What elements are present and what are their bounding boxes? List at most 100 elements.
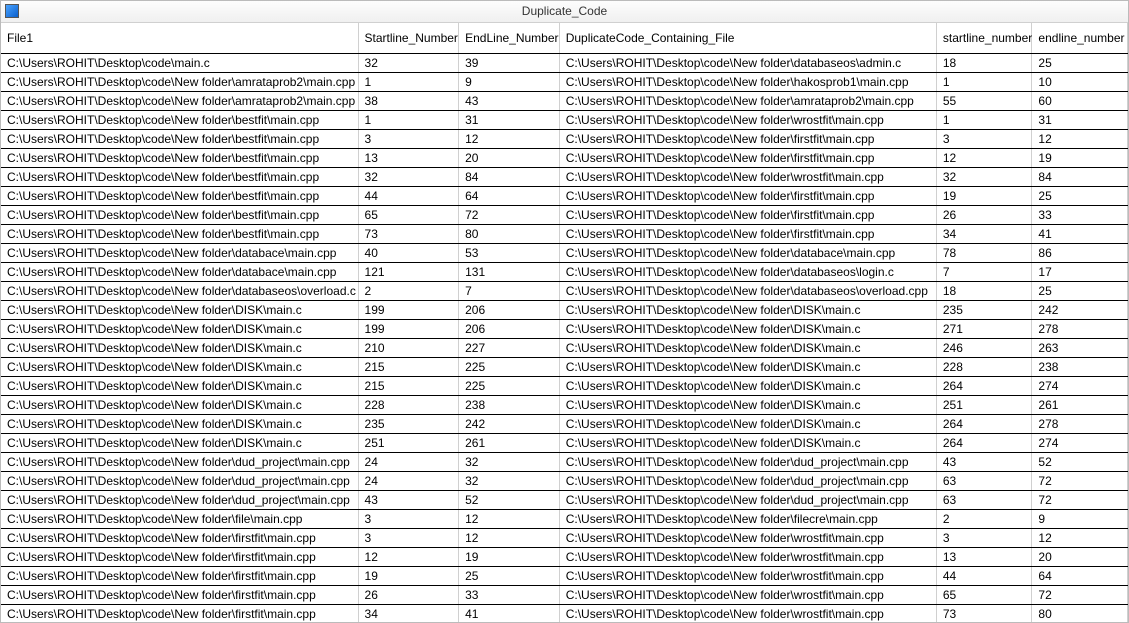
table-row[interactable]: C:\Users\ROHIT\Desktop\code\New folder\f… — [1, 585, 1128, 604]
cell-dupfile: C:\Users\ROHIT\Desktop\code\New folder\d… — [559, 262, 936, 281]
cell-file1: C:\Users\ROHIT\Desktop\code\main.c — [1, 53, 358, 72]
table-row[interactable]: C:\Users\ROHIT\Desktop\code\main.c3239C:… — [1, 53, 1128, 72]
cell-startline: 2 — [358, 281, 459, 300]
col-header-startline[interactable]: Startline_Number — [358, 23, 459, 54]
table-row[interactable]: C:\Users\ROHIT\Desktop\code\New folder\b… — [1, 129, 1128, 148]
table-row[interactable]: C:\Users\ROHIT\Desktop\code\New folder\D… — [1, 395, 1128, 414]
table-row[interactable]: C:\Users\ROHIT\Desktop\code\New folder\d… — [1, 262, 1128, 281]
col-header-endline2[interactable]: endline_number — [1032, 23, 1128, 54]
cell-startline: 24 — [358, 452, 459, 471]
cell-startline2: 18 — [936, 281, 1032, 300]
cell-dupfile: C:\Users\ROHIT\Desktop\code\New folder\d… — [559, 281, 936, 300]
cell-startline2: 271 — [936, 319, 1032, 338]
cell-endline2: 64 — [1032, 566, 1128, 585]
cell-endline: 20 — [459, 148, 560, 167]
table-row[interactable]: C:\Users\ROHIT\Desktop\code\New folder\a… — [1, 72, 1128, 91]
cell-startline2: 2 — [936, 509, 1032, 528]
cell-startline: 228 — [358, 395, 459, 414]
cell-endline: 225 — [459, 357, 560, 376]
table-row[interactable]: C:\Users\ROHIT\Desktop\code\New folder\f… — [1, 566, 1128, 585]
cell-endline2: 20 — [1032, 547, 1128, 566]
table-row[interactable]: C:\Users\ROHIT\Desktop\code\New folder\D… — [1, 319, 1128, 338]
table-row[interactable]: C:\Users\ROHIT\Desktop\code\New folder\b… — [1, 148, 1128, 167]
cell-startline: 121 — [358, 262, 459, 281]
table-row[interactable]: C:\Users\ROHIT\Desktop\code\New folder\D… — [1, 433, 1128, 452]
cell-dupfile: C:\Users\ROHIT\Desktop\code\New folder\d… — [559, 53, 936, 72]
cell-endline2: 41 — [1032, 224, 1128, 243]
cell-dupfile: C:\Users\ROHIT\Desktop\code\New folder\f… — [559, 186, 936, 205]
cell-startline2: 235 — [936, 300, 1032, 319]
cell-file1: C:\Users\ROHIT\Desktop\code\New folder\b… — [1, 205, 358, 224]
cell-dupfile: C:\Users\ROHIT\Desktop\code\New folder\D… — [559, 433, 936, 452]
table-row[interactable]: C:\Users\ROHIT\Desktop\code\New folder\d… — [1, 490, 1128, 509]
cell-endline: 72 — [459, 205, 560, 224]
cell-dupfile: C:\Users\ROHIT\Desktop\code\New folder\d… — [559, 452, 936, 471]
cell-endline: 41 — [459, 604, 560, 622]
table-row[interactable]: C:\Users\ROHIT\Desktop\code\New folder\b… — [1, 186, 1128, 205]
cell-endline2: 86 — [1032, 243, 1128, 262]
cell-endline: 80 — [459, 224, 560, 243]
cell-endline2: 12 — [1032, 129, 1128, 148]
cell-startline2: 1 — [936, 72, 1032, 91]
cell-startline2: 63 — [936, 471, 1032, 490]
cell-startline2: 32 — [936, 167, 1032, 186]
table-row[interactable]: C:\Users\ROHIT\Desktop\code\New folder\a… — [1, 91, 1128, 110]
cell-endline: 32 — [459, 471, 560, 490]
duplicate-code-table: File1 Startline_Number EndLine_Number Du… — [1, 23, 1128, 622]
cell-file1: C:\Users\ROHIT\Desktop\code\New folder\b… — [1, 148, 358, 167]
table-row[interactable]: C:\Users\ROHIT\Desktop\code\New folder\D… — [1, 414, 1128, 433]
table-row[interactable]: C:\Users\ROHIT\Desktop\code\New folder\d… — [1, 243, 1128, 262]
table-row[interactable]: C:\Users\ROHIT\Desktop\code\New folder\f… — [1, 604, 1128, 622]
table-row[interactable]: C:\Users\ROHIT\Desktop\code\New folder\f… — [1, 547, 1128, 566]
cell-startline2: 34 — [936, 224, 1032, 243]
cell-endline2: 52 — [1032, 452, 1128, 471]
table-row[interactable]: C:\Users\ROHIT\Desktop\code\New folder\f… — [1, 509, 1128, 528]
cell-dupfile: C:\Users\ROHIT\Desktop\code\New folder\d… — [559, 471, 936, 490]
table-row[interactable]: C:\Users\ROHIT\Desktop\code\New folder\b… — [1, 110, 1128, 129]
table-row[interactable]: C:\Users\ROHIT\Desktop\code\New folder\D… — [1, 357, 1128, 376]
cell-dupfile: C:\Users\ROHIT\Desktop\code\New folder\w… — [559, 110, 936, 129]
cell-dupfile: C:\Users\ROHIT\Desktop\code\New folder\D… — [559, 414, 936, 433]
table-scroll-area[interactable]: File1 Startline_Number EndLine_Number Du… — [1, 23, 1128, 622]
table-row[interactable]: C:\Users\ROHIT\Desktop\code\New folder\d… — [1, 471, 1128, 490]
cell-dupfile: C:\Users\ROHIT\Desktop\code\New folder\D… — [559, 376, 936, 395]
table-row[interactable]: C:\Users\ROHIT\Desktop\code\New folder\d… — [1, 452, 1128, 471]
titlebar[interactable]: Duplicate_Code — [1, 1, 1128, 23]
cell-endline: 64 — [459, 186, 560, 205]
cell-startline: 38 — [358, 91, 459, 110]
table-row[interactable]: C:\Users\ROHIT\Desktop\code\New folder\D… — [1, 376, 1128, 395]
cell-dupfile: C:\Users\ROHIT\Desktop\code\New folder\D… — [559, 357, 936, 376]
col-header-dupfile[interactable]: DuplicateCode_Containing_File — [559, 23, 936, 54]
cell-endline: 84 — [459, 167, 560, 186]
cell-file1: C:\Users\ROHIT\Desktop\code\New folder\D… — [1, 357, 358, 376]
col-header-file1[interactable]: File1 — [1, 23, 358, 54]
cell-file1: C:\Users\ROHIT\Desktop\code\New folder\f… — [1, 566, 358, 585]
cell-startline: 32 — [358, 167, 459, 186]
cell-endline2: 261 — [1032, 395, 1128, 414]
col-header-startline2[interactable]: startline_number — [936, 23, 1032, 54]
cell-dupfile: C:\Users\ROHIT\Desktop\code\New folder\h… — [559, 72, 936, 91]
cell-dupfile: C:\Users\ROHIT\Desktop\code\New folder\d… — [559, 243, 936, 262]
table-row[interactable]: C:\Users\ROHIT\Desktop\code\New folder\D… — [1, 300, 1128, 319]
cell-endline: 238 — [459, 395, 560, 414]
table-row[interactable]: C:\Users\ROHIT\Desktop\code\New folder\D… — [1, 338, 1128, 357]
cell-file1: C:\Users\ROHIT\Desktop\code\New folder\b… — [1, 110, 358, 129]
table-row[interactable]: C:\Users\ROHIT\Desktop\code\New folder\b… — [1, 224, 1128, 243]
table-row[interactable]: C:\Users\ROHIT\Desktop\code\New folder\b… — [1, 167, 1128, 186]
table-row[interactable]: C:\Users\ROHIT\Desktop\code\New folder\f… — [1, 528, 1128, 547]
cell-startline: 40 — [358, 243, 459, 262]
cell-endline: 25 — [459, 566, 560, 585]
cell-dupfile: C:\Users\ROHIT\Desktop\code\New folder\w… — [559, 585, 936, 604]
cell-startline: 43 — [358, 490, 459, 509]
cell-dupfile: C:\Users\ROHIT\Desktop\code\New folder\D… — [559, 300, 936, 319]
cell-endline: 32 — [459, 452, 560, 471]
cell-startline: 215 — [358, 376, 459, 395]
cell-endline2: 25 — [1032, 281, 1128, 300]
cell-file1: C:\Users\ROHIT\Desktop\code\New folder\f… — [1, 528, 358, 547]
cell-endline2: 263 — [1032, 338, 1128, 357]
cell-startline2: 44 — [936, 566, 1032, 585]
table-row[interactable]: C:\Users\ROHIT\Desktop\code\New folder\d… — [1, 281, 1128, 300]
table-row[interactable]: C:\Users\ROHIT\Desktop\code\New folder\b… — [1, 205, 1128, 224]
col-header-endline[interactable]: EndLine_Number — [459, 23, 560, 54]
cell-startline: 199 — [358, 319, 459, 338]
